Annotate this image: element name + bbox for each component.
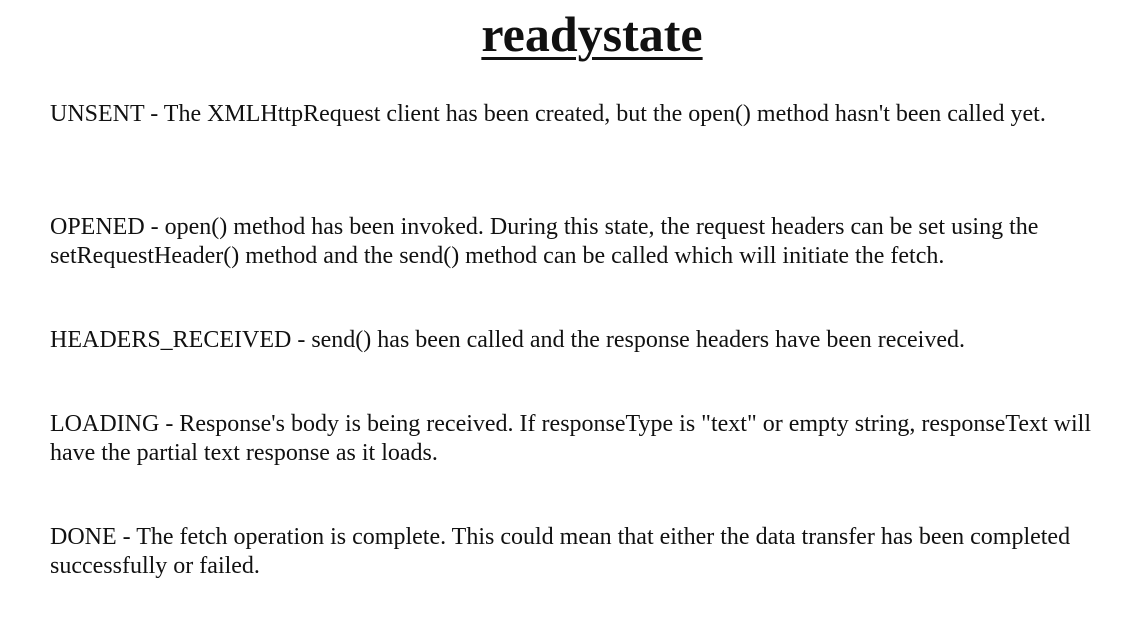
state-description-unsent: UNSENT - The XMLHttpRequest client has b…	[50, 101, 1046, 127]
state-description-done: DONE - The fetch operation is complete. …	[50, 524, 1071, 579]
slide: readystate UNSENT - The XMLHttpRequest c…	[0, 0, 1140, 636]
state-description-loading: LOADING - Response's body is being recei…	[50, 411, 1092, 466]
state-description-headers-received: HEADERS_RECEIVED - send() has been calle…	[50, 327, 965, 353]
state-description-opened: OPENED - open() method has been invoked.…	[50, 214, 1039, 269]
page-title: readystate	[481, 6, 703, 62]
